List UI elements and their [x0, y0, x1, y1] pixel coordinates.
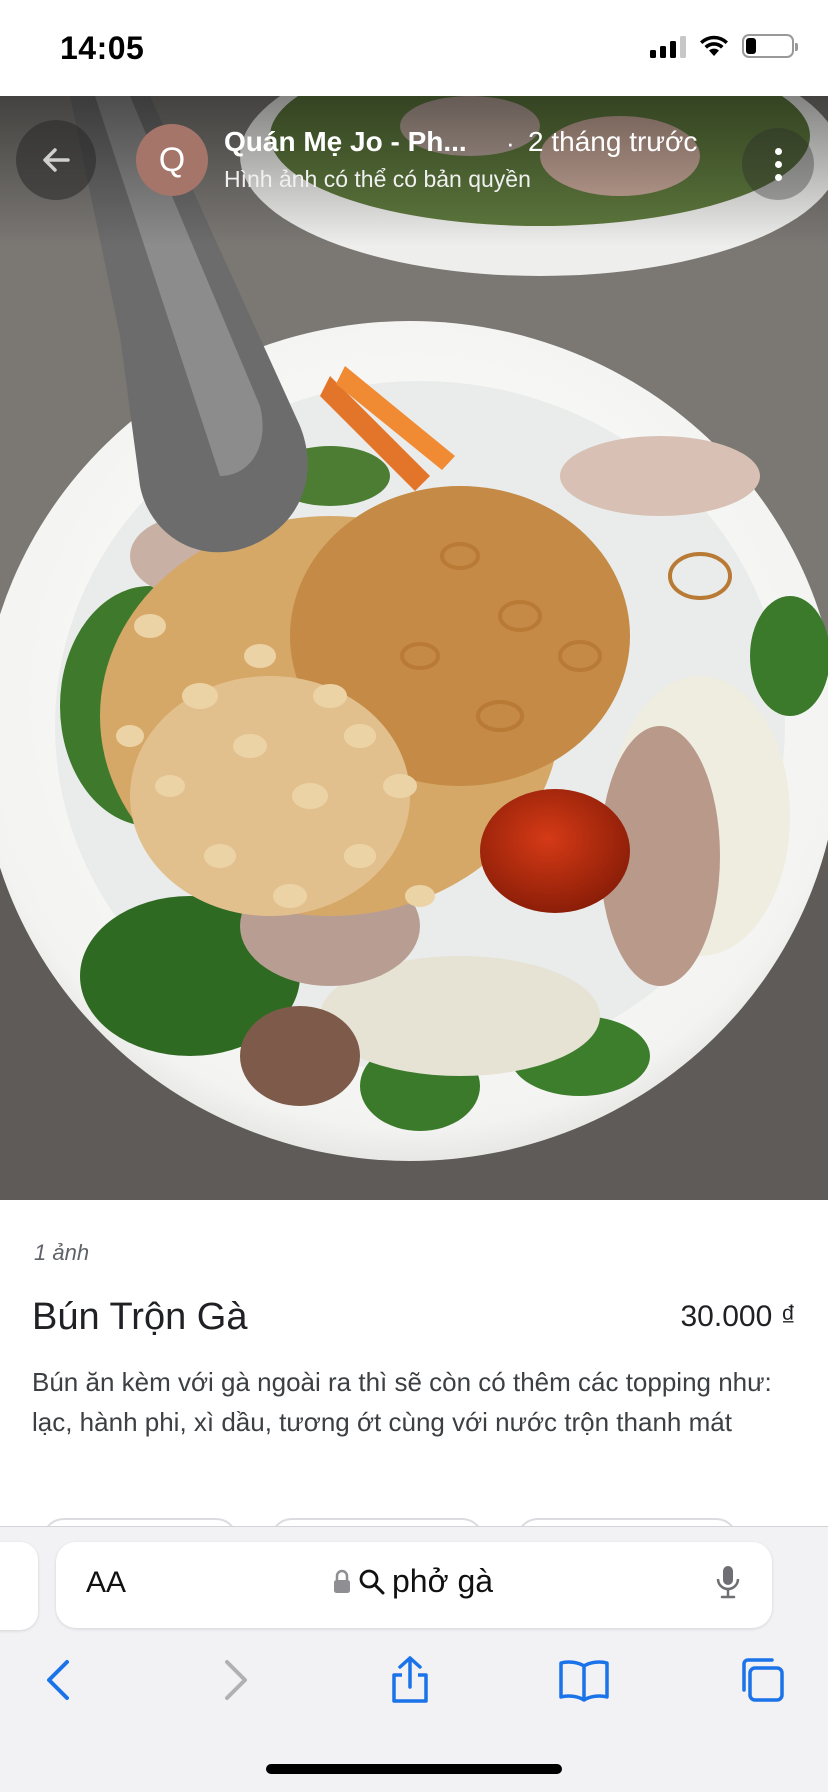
- dish-description: Bún ăn kèm với gà ngoài ra thì sẽ còn có…: [32, 1367, 772, 1437]
- photo-count: 1 ảnh: [34, 1240, 90, 1265]
- back-button[interactable]: [16, 120, 96, 200]
- share-button[interactable]: [380, 1652, 440, 1708]
- text-size-button[interactable]: AA: [86, 1566, 126, 1600]
- separator-dot: ·: [506, 128, 515, 158]
- status-icons: [650, 34, 798, 58]
- dish-image: [0, 96, 828, 1200]
- battery-icon: [742, 34, 798, 58]
- dish-name: Bún Trộn Gà: [32, 1296, 248, 1338]
- dish-price: 30.000 ₫: [680, 1300, 797, 1333]
- more-vert-icon: [774, 147, 782, 155]
- dish-photo[interactable]: Q Quán Mẹ Jo - Ph... · 2 tháng trước Hìn…: [0, 96, 828, 1200]
- url-query-text: phở gà: [392, 1563, 494, 1599]
- more-options-button[interactable]: [742, 128, 814, 200]
- tabs-button[interactable]: [732, 1652, 792, 1708]
- previous-tab-preview[interactable]: [0, 1542, 38, 1630]
- bookmarks-button[interactable]: [554, 1652, 614, 1708]
- browser-forward-button[interactable]: [206, 1652, 266, 1708]
- status-time: 14:05: [60, 30, 145, 66]
- share-icon: [392, 1656, 428, 1703]
- microphone-icon: [716, 1566, 740, 1599]
- back-icon: [47, 1660, 69, 1700]
- search-icon: [359, 1569, 385, 1594]
- text-size-label: AA: [86, 1566, 127, 1599]
- url-field[interactable]: phở gà: [332, 1563, 493, 1600]
- browser-back-button[interactable]: [28, 1652, 88, 1708]
- lock-icon: [334, 1569, 350, 1593]
- forward-icon: [225, 1660, 247, 1700]
- copyright-note: Hình ảnh có thể có bản quyền: [224, 166, 531, 192]
- avatar[interactable]: Q: [136, 124, 208, 196]
- status-bar: 14:05: [0, 0, 828, 96]
- place-name[interactable]: Quán Mẹ Jo - Ph...: [224, 126, 467, 158]
- tabs-icon: [742, 1658, 784, 1702]
- home-indicator[interactable]: [266, 1764, 562, 1774]
- back-arrow-icon: [43, 148, 70, 172]
- microphone-button[interactable]: [714, 1564, 742, 1605]
- cellular-signal-icon: [650, 34, 686, 58]
- time-ago: 2 tháng trước: [528, 126, 698, 157]
- wifi-icon: [698, 34, 730, 58]
- bookmarks-icon: [559, 1660, 609, 1702]
